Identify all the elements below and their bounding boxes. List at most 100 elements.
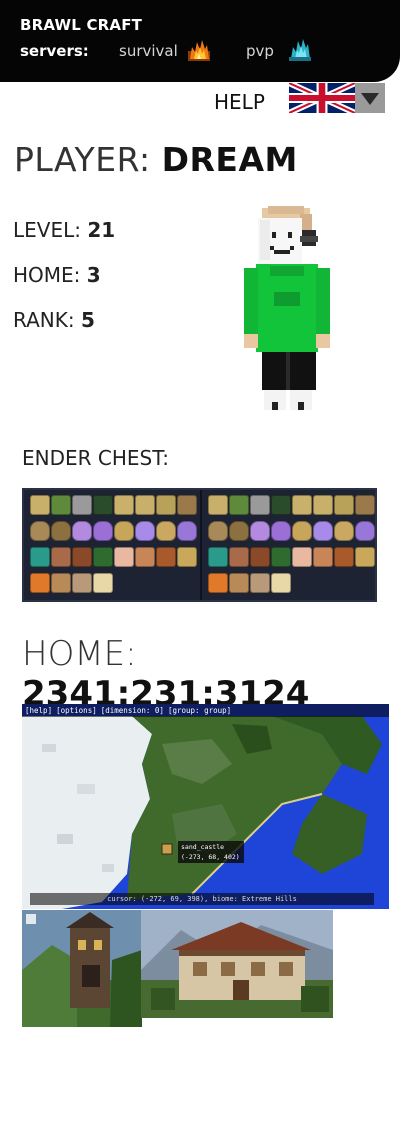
stat-home-value: 3 bbox=[86, 263, 101, 287]
map-group-button[interactable]: [group: group] bbox=[168, 706, 231, 715]
map-dimension-button[interactable]: [dimension: 0] bbox=[101, 706, 164, 715]
ender-chest-item[interactable] bbox=[177, 495, 197, 515]
ender-chest-item[interactable] bbox=[93, 495, 113, 515]
player-title-prefix: PLAYER: bbox=[14, 140, 162, 179]
ender-chest-item[interactable] bbox=[313, 521, 333, 541]
uk-flag-icon[interactable] bbox=[289, 83, 355, 113]
ender-chest-item[interactable] bbox=[156, 521, 176, 541]
player-name: DREAM bbox=[161, 140, 298, 179]
ender-chest-item[interactable] bbox=[334, 521, 354, 541]
stat-level: LEVEL: 21 bbox=[13, 218, 115, 242]
ender-chest-item[interactable] bbox=[72, 521, 92, 541]
build-tower-image[interactable] bbox=[22, 910, 142, 1027]
diamond-icon[interactable] bbox=[287, 37, 313, 63]
ender-chest-item[interactable] bbox=[114, 521, 134, 541]
marker-coords: (-273, 68, 402) bbox=[181, 853, 240, 861]
ender-chest-item[interactable] bbox=[93, 521, 113, 541]
player-title: PLAYER: DREAM bbox=[14, 140, 298, 179]
ender-chest-item[interactable] bbox=[93, 547, 113, 567]
ender-chest-item[interactable] bbox=[114, 547, 134, 567]
stat-home: HOME: 3 bbox=[13, 263, 101, 287]
ender-chest-item[interactable] bbox=[271, 547, 291, 567]
ender-chest-item[interactable] bbox=[271, 573, 291, 593]
home-title-prefix: HOME: bbox=[22, 634, 137, 674]
top-nav-bar: BRAWL CRAFT servers: survival pvp bbox=[0, 0, 400, 82]
ender-chest-item[interactable] bbox=[30, 495, 50, 515]
ender-chest-left bbox=[24, 490, 200, 600]
ender-chest-item[interactable] bbox=[177, 547, 197, 567]
stat-rank-label: RANK: bbox=[13, 308, 81, 332]
ender-chest-item[interactable] bbox=[250, 495, 270, 515]
map-options-button[interactable]: [options] bbox=[56, 706, 97, 715]
brand-title[interactable]: BRAWL CRAFT bbox=[20, 16, 142, 34]
ender-chest-item[interactable] bbox=[313, 547, 333, 567]
ender-chest-item[interactable] bbox=[72, 547, 92, 567]
world-map-image[interactable]: [help] [options] [dimension: 0] [group: gro… bbox=[22, 704, 389, 909]
ender-chest-item[interactable] bbox=[355, 547, 375, 567]
ender-chest-item[interactable] bbox=[177, 521, 197, 541]
server-link-pvp[interactable]: pvp bbox=[246, 42, 274, 60]
ender-chest-item[interactable] bbox=[271, 521, 291, 541]
ender-chest-item[interactable] bbox=[208, 573, 228, 593]
stat-rank: RANK: 5 bbox=[13, 308, 95, 332]
ender-chest-item[interactable] bbox=[229, 573, 249, 593]
ender-chest-item[interactable] bbox=[292, 521, 312, 541]
ender-chest-item[interactable] bbox=[51, 547, 71, 567]
ender-chest-item[interactable] bbox=[250, 547, 270, 567]
ender-chest-item[interactable] bbox=[313, 495, 333, 515]
fire-icon[interactable] bbox=[186, 37, 212, 63]
ender-chest-item[interactable] bbox=[51, 521, 71, 541]
ender-chest-item[interactable] bbox=[229, 495, 249, 515]
map-cursor-readout: cursor: (-272, 69, 398), biome: Extreme … bbox=[30, 893, 374, 905]
map-toolbar: [help] [options] [dimension: 0] [group: gro… bbox=[22, 704, 389, 717]
language-dropdown[interactable] bbox=[355, 83, 385, 113]
help-link[interactable]: HELP bbox=[214, 90, 265, 114]
ender-chest-item[interactable] bbox=[292, 495, 312, 515]
ender-chest-right bbox=[202, 490, 378, 600]
ender-chest-item[interactable] bbox=[30, 547, 50, 567]
build-house-image[interactable] bbox=[141, 910, 333, 1018]
chevron-down-icon bbox=[361, 93, 379, 105]
ender-chest-item[interactable] bbox=[51, 495, 71, 515]
ender-chest-item[interactable] bbox=[156, 495, 176, 515]
ender-chest-item[interactable] bbox=[355, 495, 375, 515]
ender-chest-item[interactable] bbox=[271, 495, 291, 515]
ender-chest-item[interactable] bbox=[250, 521, 270, 541]
ender-chest-grid bbox=[22, 488, 377, 602]
map-marker-label: sand_castle (-273, 68, 402) bbox=[178, 841, 244, 863]
ender-chest-item[interactable] bbox=[208, 521, 228, 541]
ender-chest-item[interactable] bbox=[292, 547, 312, 567]
ender-chest-item[interactable] bbox=[93, 573, 113, 593]
stat-rank-value: 5 bbox=[80, 308, 95, 332]
ender-chest-item[interactable] bbox=[72, 573, 92, 593]
world-map-terrain bbox=[22, 704, 389, 909]
ender-chest-item[interactable] bbox=[355, 521, 375, 541]
ender-chest-item[interactable] bbox=[30, 573, 50, 593]
ender-chest-item[interactable] bbox=[250, 573, 270, 593]
server-link-survival[interactable]: survival bbox=[119, 42, 178, 60]
map-help-button[interactable]: [help] bbox=[25, 706, 52, 715]
ender-chest-item[interactable] bbox=[135, 521, 155, 541]
ender-chest-item[interactable] bbox=[114, 495, 134, 515]
ender-chest-item[interactable] bbox=[51, 573, 71, 593]
servers-label: servers: bbox=[20, 42, 89, 60]
ender-chest-item[interactable] bbox=[208, 495, 228, 515]
player-skin-image bbox=[244, 206, 330, 410]
ender-chest-item[interactable] bbox=[334, 547, 354, 567]
stat-home-label: HOME: bbox=[13, 263, 87, 287]
ender-chest-item[interactable] bbox=[156, 547, 176, 567]
ender-chest-item[interactable] bbox=[135, 547, 155, 567]
marker-name: sand_castle bbox=[181, 843, 225, 851]
home-marker-icon[interactable] bbox=[161, 843, 173, 855]
ender-chest-item[interactable] bbox=[229, 521, 249, 541]
stat-level-label: LEVEL: bbox=[13, 218, 88, 242]
ender-chest-item[interactable] bbox=[208, 547, 228, 567]
stat-level-value: 21 bbox=[87, 218, 116, 242]
ender-chest-item[interactable] bbox=[229, 547, 249, 567]
ender-chest-item[interactable] bbox=[334, 495, 354, 515]
ender-chest-item[interactable] bbox=[72, 495, 92, 515]
ender-chest-item[interactable] bbox=[30, 521, 50, 541]
ender-chest-item[interactable] bbox=[135, 495, 155, 515]
home-title: HOME: 2341:231:3124 bbox=[22, 634, 411, 714]
ender-chest-label: ENDER CHEST: bbox=[22, 446, 169, 470]
